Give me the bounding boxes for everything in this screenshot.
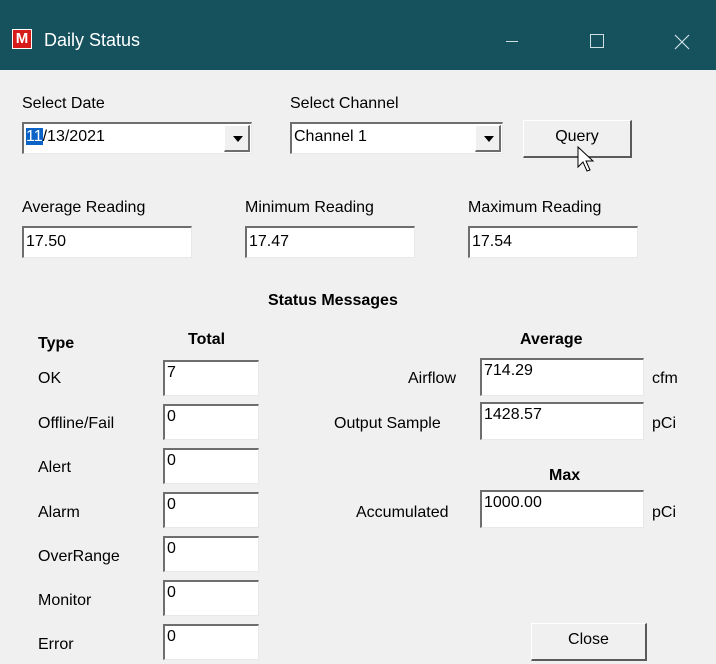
status-type-monitor: Monitor (38, 592, 92, 609)
average-reading-label: Average Reading (22, 199, 146, 216)
date-value[interactable]: 11/13/2021 (26, 127, 105, 147)
minimum-reading-field[interactable]: 17.47 (245, 226, 415, 258)
status-total-alert[interactable]: 0 (163, 448, 259, 484)
max-header: Max (549, 467, 581, 484)
status-type-offline-fail: Offline/Fail (38, 415, 115, 432)
status-total-overrange[interactable]: 0 (163, 536, 259, 572)
minimize-icon (506, 41, 518, 42)
status-type-error: Error (38, 636, 74, 653)
channel-dropdown-button[interactable] (475, 125, 501, 152)
app-icon[interactable]: M (12, 29, 32, 49)
mouse-cursor-icon (577, 146, 595, 172)
status-total-alarm[interactable]: 0 (163, 492, 259, 528)
maximum-reading-label: Maximum Reading (468, 199, 602, 216)
select-date-label: Select Date (22, 95, 105, 112)
total-column-header: Total (188, 331, 226, 348)
date-dropdown-button[interactable] (224, 125, 250, 152)
airflow-unit: cfm (652, 370, 678, 387)
status-type-ok: OK (38, 370, 62, 387)
output-sample-field[interactable]: 1428.57 (480, 402, 644, 440)
airflow-label: Airflow (408, 370, 457, 387)
type-column-header: Type (38, 335, 75, 352)
chevron-down-icon (233, 136, 243, 142)
window-title: Daily Status (44, 30, 141, 50)
airflow-field[interactable]: 714.29 (480, 358, 644, 396)
date-rest: /13/2021 (42, 128, 105, 145)
status-total-error[interactable]: 0 (163, 624, 259, 660)
title-bar[interactable]: M Daily Status (0, 0, 716, 70)
status-total-offline-fail[interactable]: 0 (163, 404, 259, 440)
channel-select[interactable]: Channel 1 (290, 122, 503, 154)
output-sample-label: Output Sample (334, 415, 441, 432)
channel-value: Channel 1 (294, 128, 367, 145)
status-type-alert: Alert (38, 459, 71, 476)
date-month-selected: 11 (26, 128, 43, 145)
close-button[interactable]: Close (531, 623, 647, 661)
status-type-alarm: Alarm (38, 504, 80, 521)
accumulated-label: Accumulated (356, 504, 449, 521)
select-channel-label: Select Channel (290, 95, 399, 112)
maximum-reading-field[interactable]: 17.54 (468, 226, 638, 258)
date-picker[interactable]: 11/13/2021 (22, 122, 252, 154)
average-reading-field[interactable]: 17.50 (22, 226, 192, 258)
accumulated-unit: pCi (652, 504, 677, 521)
window-close-button[interactable] (652, 20, 712, 62)
close-icon (674, 34, 690, 50)
minimum-reading-label: Minimum Reading (245, 199, 374, 216)
minimize-button[interactable] (482, 20, 542, 62)
average-header: Average (520, 331, 583, 348)
app-icon-letter: M (15, 30, 29, 47)
status-type-overrange: OverRange (38, 548, 120, 565)
status-total-monitor[interactable]: 0 (163, 580, 259, 616)
chevron-down-icon (484, 136, 494, 142)
status-messages-heading: Status Messages (268, 292, 398, 309)
maximize-icon (590, 34, 604, 48)
maximize-button[interactable] (568, 20, 628, 62)
output-sample-unit: pCi (652, 415, 677, 432)
accumulated-field[interactable]: 1000.00 (480, 490, 644, 528)
status-total-ok[interactable]: 7 (163, 360, 259, 396)
